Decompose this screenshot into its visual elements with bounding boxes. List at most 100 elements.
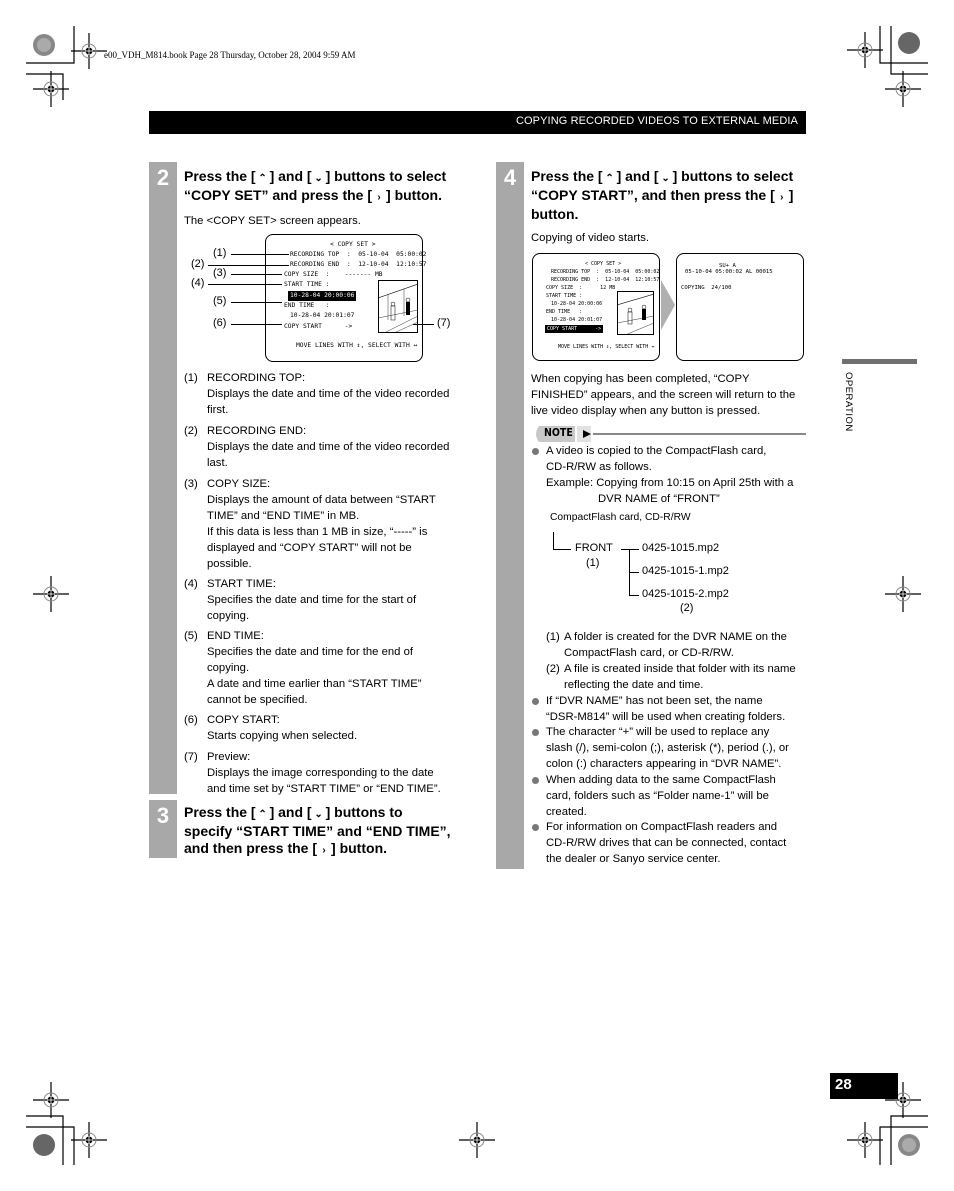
screen-row-copy-size: COPY SIZE : ------- MB (284, 271, 383, 278)
note-bullet-dvr-name: If “DVR NAME” has not been set, the name… (546, 695, 786, 723)
copy-set-screen-selected: < COPY SET > RECORDING TOP : 05-10-04 05… (532, 253, 660, 361)
note-bullet-folder-name: When adding data to the same CompactFlas… (546, 774, 776, 818)
registration-mark-icon (32, 575, 70, 613)
tree-folder: FRONT (575, 542, 613, 554)
callout-line (208, 284, 282, 285)
step-4-title: Press the [⌃] and [⌄] buttons to select … (531, 168, 794, 222)
screen-end-time-value: 10-28-04 20:01:07 (290, 312, 355, 319)
right-arrow-icon: › (322, 845, 326, 856)
callout-line (413, 324, 434, 325)
side-tab-bar (842, 359, 917, 364)
screen-row-end-time: END TIME : (546, 309, 583, 315)
folder-tree: CompactFlash card, CD-R/RW FRONT (1) 042… (550, 512, 810, 622)
note-bullet-1: A video is copied to the CompactFlash ca… (546, 445, 794, 505)
step-number: 4 (503, 165, 517, 190)
tree-line (553, 532, 554, 549)
bullet-icon (532, 729, 539, 736)
up-arrow-icon: ⌃ (258, 173, 267, 184)
screen-row-copy-start: COPY START -> (284, 323, 353, 330)
callout-line (231, 254, 289, 255)
preview-image (378, 280, 418, 333)
tree-folder-marker: (1) (586, 557, 600, 569)
tree-line (621, 549, 639, 550)
registration-mark-icon (884, 70, 922, 108)
registration-mark-icon (458, 1121, 496, 1159)
tree-line (629, 595, 639, 596)
callout-line (231, 302, 282, 303)
step-number: 2 (156, 165, 170, 190)
step-2-bar: 2 (149, 162, 177, 794)
section-header: COPYING RECORDED VIDEOS TO EXTERNAL MEDI… (149, 111, 806, 134)
note-label: NOTE (544, 427, 573, 439)
up-arrow-icon: ⌃ (605, 173, 614, 184)
registration-mark-icon (846, 31, 884, 69)
page-number-box: 28 (830, 1073, 898, 1099)
bullet-icon (532, 448, 539, 455)
callout-line (231, 274, 282, 275)
down-arrow-icon: ⌄ (314, 173, 323, 184)
bullet-icon (532, 777, 539, 784)
screen-row-start-time: START TIME : (284, 281, 330, 288)
screen-row-start-time: START TIME : (546, 293, 583, 299)
color-target-icon (33, 1134, 55, 1156)
tree-file: 0425-1015-1.mp2 (642, 565, 729, 577)
screen-start-time-value: 10-28-04 20:00:06 (551, 301, 603, 307)
registration-mark-icon (846, 1121, 884, 1159)
tree-line (553, 549, 571, 550)
tree-file-marker: (2) (680, 602, 694, 614)
screen-title: < COPY SET > (585, 261, 622, 267)
screen-row-end-time: END TIME : (284, 302, 330, 309)
screen-row-copy-size: COPY SIZE : 12 MB (546, 285, 616, 291)
file-info: e00_VDH_M814.book Page 28 Thursday, Octo… (104, 50, 356, 60)
copy-progress: COPYING 24/100 (681, 285, 732, 291)
screen-row-recording-top: RECORDING TOP : 05-10-04 05:00:02 (290, 251, 427, 258)
down-arrow-icon: ⌄ (661, 173, 670, 184)
right-arrow-icon: › (377, 192, 381, 203)
step-number: 3 (156, 803, 170, 828)
callout-line (231, 324, 282, 325)
step-3-bar: 3 (149, 800, 177, 858)
copying-screen: SU+ A 05-10-04 05:00:02 AL 00015 COPYING… (676, 253, 804, 361)
screen-timestamp: 05-10-04 05:00:02 AL 00015 (685, 269, 773, 275)
note-header: NOTE (533, 426, 806, 442)
screen-row-recording-end: RECORDING END : 12-10-04 12:10:57 (551, 277, 660, 283)
up-arrow-icon: ⌃ (258, 809, 267, 820)
page-number: 28 (835, 1076, 852, 1093)
step-4-bar: 4 (496, 162, 524, 869)
tree-file: 0425-1015.mp2 (642, 542, 720, 554)
screen-start-time-value: 10-28-04 20:00:06 (288, 291, 357, 301)
tree-root: CompactFlash card, CD-R/RW (550, 512, 691, 523)
callout-2: (2) (191, 258, 205, 270)
color-target-icon (898, 32, 920, 54)
screen-title: < COPY SET > (330, 241, 376, 248)
screen-row-recording-end: RECORDING END : 12-10-04 12:10:57 (290, 261, 427, 268)
screen-footer: MOVE LINES WITH ↕, SELECT WITH ↔ (296, 342, 418, 349)
step-3-title: Press the [⌃] and [⌄] buttons to specify… (184, 804, 474, 859)
completion-text: When copying has been completed, “COPY F… (531, 373, 796, 417)
registration-mark-icon (70, 1121, 108, 1159)
callout-4: (4) (191, 277, 205, 289)
screen-end-time-value: 10-28-04 20:01:07 (551, 317, 603, 323)
preview-image (617, 291, 654, 335)
callout-line (208, 265, 289, 266)
note-banner (536, 426, 806, 442)
step-4-intro: Copying of video starts. (531, 232, 650, 244)
callout-3: (3) (213, 267, 227, 279)
callout-6: (6) (213, 317, 227, 329)
bullet-icon (532, 824, 539, 831)
screen-row-copy-start-selected: COPY START -> (545, 325, 604, 334)
down-arrow-icon: ⌄ (314, 809, 323, 820)
side-tab-label: OPERATION (843, 372, 854, 432)
step-2-intro: The <COPY SET> screen appears. (184, 215, 361, 227)
registration-mark-icon (70, 32, 108, 70)
screen-footer: MOVE LINES WITH ↕, SELECT WITH ↔ (558, 344, 655, 350)
bullet-icon (532, 698, 539, 705)
arrow-right-icon (661, 280, 675, 330)
note-bullet-service: For information on CompactFlash readers … (546, 821, 787, 865)
note-bullet-replace-char: The character “+” will be used to replac… (546, 726, 789, 770)
tree-file: 0425-1015-2.mp2 (642, 588, 729, 600)
callout-1: (1) (213, 247, 227, 259)
tree-line (629, 572, 639, 573)
right-arrow-icon: › (780, 192, 784, 203)
step-2-title: Press the [⌃] and [⌄] buttons to select … (184, 168, 474, 206)
